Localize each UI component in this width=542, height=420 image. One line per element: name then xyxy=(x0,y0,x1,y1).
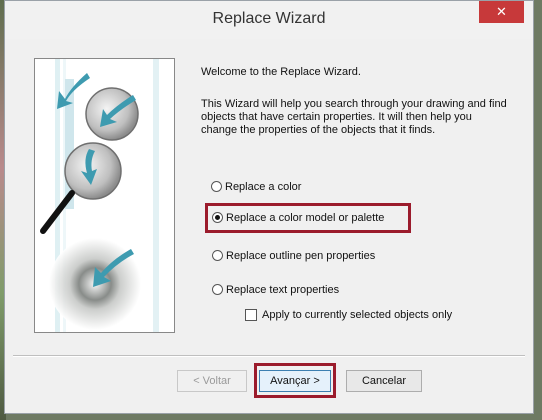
replace-outline-label: Replace outline pen properties xyxy=(226,250,376,262)
magnifier-illustration-icon xyxy=(35,59,174,332)
apply-selected-checkbox[interactable] xyxy=(245,309,257,321)
replace-color-label: Replace a color xyxy=(225,181,302,193)
replace-color-radio[interactable] xyxy=(211,181,222,192)
replace-color-model-radio[interactable] xyxy=(212,212,223,223)
replace-outline-radio[interactable] xyxy=(212,250,223,261)
wizard-illustration xyxy=(34,58,175,333)
replace-text-option[interactable]: Replace text properties xyxy=(212,282,339,298)
apply-selected-label: Apply to currently selected objects only xyxy=(262,309,453,321)
title-bar: Replace Wizard ✕ xyxy=(5,1,533,39)
welcome-text: Welcome to the Replace Wizard. xyxy=(201,66,361,78)
window-title: Replace Wizard xyxy=(212,10,326,27)
replace-color-model-option[interactable]: Replace a color model or palette xyxy=(212,210,384,226)
replace-outline-option[interactable]: Replace outline pen properties xyxy=(212,248,375,264)
footer-divider xyxy=(13,355,525,357)
next-button[interactable]: Avançar > xyxy=(259,370,331,392)
wizard-content: Welcome to the Replace Wizard. This Wiza… xyxy=(13,39,525,357)
replace-color-option[interactable]: Replace a color xyxy=(211,179,301,195)
replace-text-label: Replace text properties xyxy=(226,284,340,296)
replace-text-radio[interactable] xyxy=(212,284,223,295)
close-button[interactable]: ✕ xyxy=(479,1,524,23)
wizard-description: This Wizard will help you search through… xyxy=(201,98,507,136)
replace-wizard-dialog: Replace Wizard ✕ Welcome to the Replace … xyxy=(4,0,534,414)
apply-selected-option[interactable]: Apply to currently selected objects only xyxy=(245,307,452,323)
close-icon: ✕ xyxy=(496,4,507,19)
cancel-button[interactable]: Cancelar xyxy=(346,370,422,392)
replace-color-model-label: Replace a color model or palette xyxy=(226,212,385,224)
back-button[interactable]: < Voltar xyxy=(177,370,247,392)
